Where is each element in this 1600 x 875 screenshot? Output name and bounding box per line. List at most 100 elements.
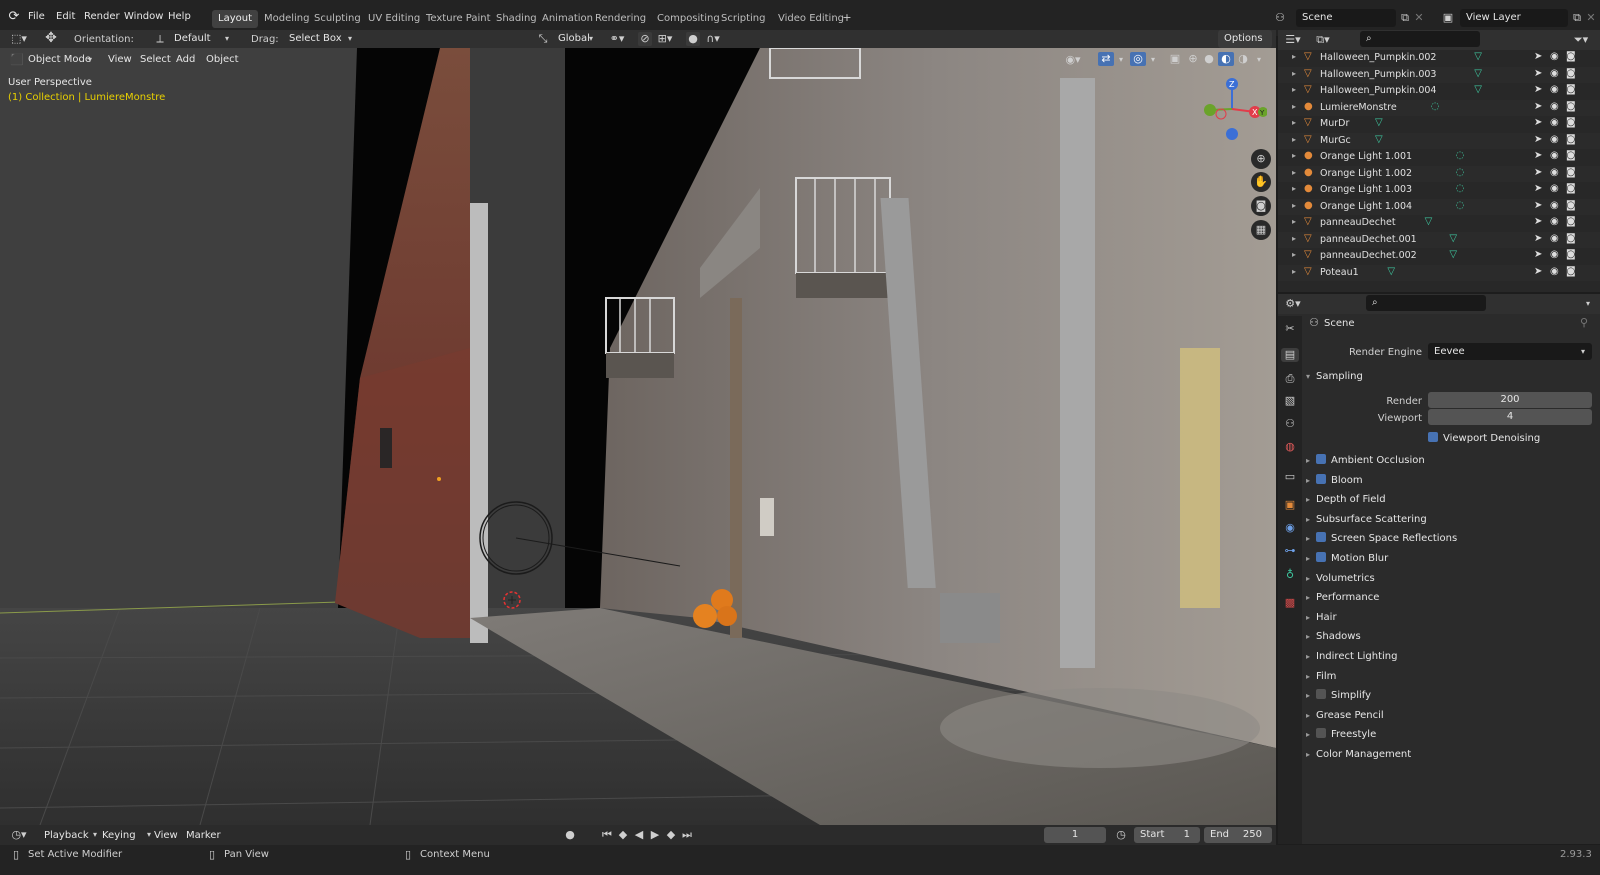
menu-edit[interactable]: Edit bbox=[56, 11, 75, 22]
menu-help[interactable]: Help bbox=[168, 11, 191, 22]
selectable-icon[interactable]: ➤ bbox=[1534, 84, 1542, 95]
expand-arrow-icon[interactable]: ▸ bbox=[1292, 217, 1296, 226]
selectable-icon[interactable]: ➤ bbox=[1534, 183, 1542, 194]
render-camera-icon[interactable]: ◙ bbox=[1566, 233, 1576, 244]
panel-depth-of-field[interactable]: ▸ Depth of Field bbox=[1306, 491, 1596, 509]
expand-arrow-icon[interactable]: ▸ bbox=[1292, 201, 1296, 210]
tab-rendering[interactable]: Rendering bbox=[589, 10, 652, 28]
tab-uv-editing[interactable]: UV Editing bbox=[362, 10, 426, 28]
panel-shadows[interactable]: ▸ Shadows bbox=[1306, 628, 1596, 646]
wireframe-shading-icon[interactable]: ⊕ bbox=[1186, 52, 1200, 66]
selectable-icon[interactable]: ➤ bbox=[1534, 150, 1542, 161]
transform-gizmo-icon[interactable]: ✥ bbox=[42, 31, 60, 45]
new-scene-icon[interactable]: ⧉ bbox=[1398, 11, 1412, 25]
editor-type-icon[interactable]: ⚙▾ bbox=[1282, 297, 1304, 311]
selectable-icon[interactable]: ➤ bbox=[1534, 233, 1542, 244]
panel-hair[interactable]: ▸ Hair bbox=[1306, 609, 1596, 627]
expand-arrow-icon[interactable]: ▸ bbox=[1292, 102, 1296, 111]
visibility-eye-icon[interactable]: ◉ bbox=[1550, 200, 1559, 211]
checkbox-icon[interactable] bbox=[1316, 532, 1327, 543]
snap-icon[interactable]: ⊘ bbox=[638, 32, 652, 46]
tool-tab-icon[interactable]: ✂ bbox=[1283, 322, 1297, 336]
outliner-row[interactable]: ▸ ▽ Poteau1 ▽ ➤ ◉ ◙ bbox=[1278, 264, 1600, 281]
expand-arrow-icon[interactable]: ▸ bbox=[1292, 168, 1296, 177]
tab-texture-paint[interactable]: Texture Paint bbox=[420, 10, 497, 28]
selectable-icon[interactable]: ➤ bbox=[1534, 68, 1542, 79]
expand-arrow-icon[interactable]: ▸ bbox=[1292, 151, 1296, 160]
checkbox-icon[interactable] bbox=[1316, 473, 1327, 484]
pin-icon[interactable]: ⚲ bbox=[1578, 316, 1590, 330]
rendered-shading-icon[interactable]: ◑ bbox=[1236, 52, 1250, 66]
select-tool-icon[interactable]: ⬚▾ bbox=[8, 32, 30, 46]
tab-scripting[interactable]: Scripting bbox=[715, 10, 771, 28]
editor-type-icon[interactable]: ◷▾ bbox=[8, 828, 30, 842]
outliner-row[interactable]: ▸ ▽ MurDr ▽ ➤ ◉ ◙ bbox=[1278, 116, 1600, 132]
render-camera-icon[interactable]: ◙ bbox=[1566, 84, 1576, 95]
visibility-eye-icon[interactable]: ◉ bbox=[1550, 183, 1559, 194]
visibility-eye-icon[interactable]: ◉ bbox=[1550, 249, 1559, 260]
collection-tab-icon[interactable]: ▭ bbox=[1283, 470, 1297, 484]
zoom-icon[interactable]: ⊕ bbox=[1251, 149, 1271, 169]
end-frame-field[interactable]: End 250 bbox=[1204, 827, 1272, 843]
render-camera-icon[interactable]: ◙ bbox=[1566, 167, 1576, 178]
camera-view-icon[interactable]: ◙ bbox=[1251, 196, 1271, 216]
scene-tab-icon[interactable]: ⚇ bbox=[1283, 417, 1297, 431]
expand-arrow-icon[interactable]: ▸ bbox=[1292, 85, 1296, 94]
timeline-menu-marker[interactable]: Marker bbox=[186, 830, 221, 841]
scene-selector[interactable]: Scene bbox=[1296, 9, 1396, 27]
expand-arrow-icon[interactable]: ▸ bbox=[1292, 184, 1296, 193]
chevron-down-icon[interactable]: ▾ bbox=[1148, 53, 1158, 67]
current-frame-field[interactable]: 1 bbox=[1044, 827, 1106, 843]
panel-volumetrics[interactable]: ▸ Volumetrics bbox=[1306, 570, 1596, 588]
selectable-icon[interactable]: ➤ bbox=[1534, 249, 1542, 260]
render-camera-icon[interactable]: ◙ bbox=[1566, 266, 1576, 277]
tab-layout[interactable]: Layout bbox=[212, 10, 258, 28]
ortho-grid-icon[interactable]: ▦ bbox=[1251, 220, 1271, 240]
outliner-row[interactable]: ▸ ● Orange Light 1.002 ◌ ➤ ◉ ◙ bbox=[1278, 165, 1600, 182]
pivot-point-icon[interactable]: ⚭▾ bbox=[606, 32, 628, 46]
panel-motion-blur[interactable]: ▸ Motion Blur bbox=[1306, 550, 1596, 568]
checkbox-icon[interactable] bbox=[1316, 454, 1327, 464]
constraints-tab-icon[interactable]: ⊶ bbox=[1283, 544, 1297, 558]
render-camera-icon[interactable]: ◙ bbox=[1566, 216, 1576, 227]
panel-freestyle[interactable]: ▸ Freestyle bbox=[1306, 726, 1596, 744]
checkbox-icon[interactable] bbox=[1316, 552, 1327, 562]
solid-shading-icon[interactable]: ● bbox=[1202, 52, 1216, 66]
render-camera-icon[interactable]: ◙ bbox=[1566, 134, 1576, 145]
pan-hand-icon[interactable]: ✋ bbox=[1251, 172, 1271, 192]
expand-arrow-icon[interactable]: ▸ bbox=[1292, 118, 1296, 127]
tab-shading[interactable]: Shading bbox=[490, 10, 543, 28]
scene-icon[interactable]: ⚇ bbox=[1272, 11, 1288, 25]
selectable-icon[interactable]: ➤ bbox=[1534, 101, 1542, 112]
panel-indirect-lighting[interactable]: ▸ Indirect Lighting bbox=[1306, 648, 1596, 666]
visibility-eye-icon[interactable]: ◉ bbox=[1550, 266, 1559, 277]
selectable-icon[interactable]: ➤ bbox=[1534, 134, 1542, 145]
viewport-menu-view[interactable]: View bbox=[108, 54, 132, 65]
navigation-gizmo[interactable]: Z X Y bbox=[1197, 74, 1267, 144]
visibility-eye-icon[interactable]: ◉ bbox=[1550, 216, 1559, 227]
timeline-menu-keying[interactable]: Keying bbox=[102, 830, 136, 841]
expand-arrow-icon[interactable]: ▸ bbox=[1292, 267, 1296, 276]
expand-arrow-icon[interactable]: ▸ bbox=[1292, 135, 1296, 144]
checkbox-icon[interactable] bbox=[1316, 728, 1327, 739]
outliner-row[interactable]: ▸ ● Orange Light 1.001 ◌ ➤ ◉ ◙ bbox=[1278, 149, 1600, 165]
texture-tab-icon[interactable]: ▩ bbox=[1283, 596, 1297, 610]
chevron-down-icon[interactable]: ▾ bbox=[1116, 53, 1126, 67]
outliner-row[interactable]: ▸ ▽ Halloween_Pumpkin.003 ▽ ➤ ◉ ◙ bbox=[1278, 66, 1600, 83]
panel-color-management[interactable]: ▸ Color Management bbox=[1306, 746, 1596, 764]
gizmo-icon[interactable]: ⇄ bbox=[1098, 52, 1114, 66]
overlays-icon[interactable]: ◎ bbox=[1130, 52, 1146, 66]
outliner-row[interactable]: ▸ ● Orange Light 1.003 ◌ ➤ ◉ ◙ bbox=[1278, 182, 1600, 198]
timeline-menu-view[interactable]: View bbox=[154, 830, 178, 841]
panel-subsurface-scattering[interactable]: ▸ Subsurface Scattering bbox=[1306, 511, 1596, 529]
menu-file[interactable]: File bbox=[28, 11, 45, 22]
next-keyframe-icon[interactable]: ◆ bbox=[664, 828, 678, 842]
chevron-down-icon[interactable]: ▾ bbox=[1582, 297, 1594, 311]
selectable-icon[interactable]: ➤ bbox=[1534, 51, 1542, 62]
outliner-row[interactable]: ▸ ▽ panneauDechet ▽ ➤ ◉ ◙ bbox=[1278, 215, 1600, 231]
selectable-icon[interactable]: ➤ bbox=[1534, 266, 1542, 277]
properties-search-input[interactable]: ⌕ bbox=[1366, 295, 1486, 311]
checkbox-icon[interactable] bbox=[1316, 689, 1327, 700]
visibility-eye-icon[interactable]: ◉ bbox=[1550, 84, 1559, 95]
visibility-eye-icon[interactable]: ◉ bbox=[1550, 101, 1559, 112]
